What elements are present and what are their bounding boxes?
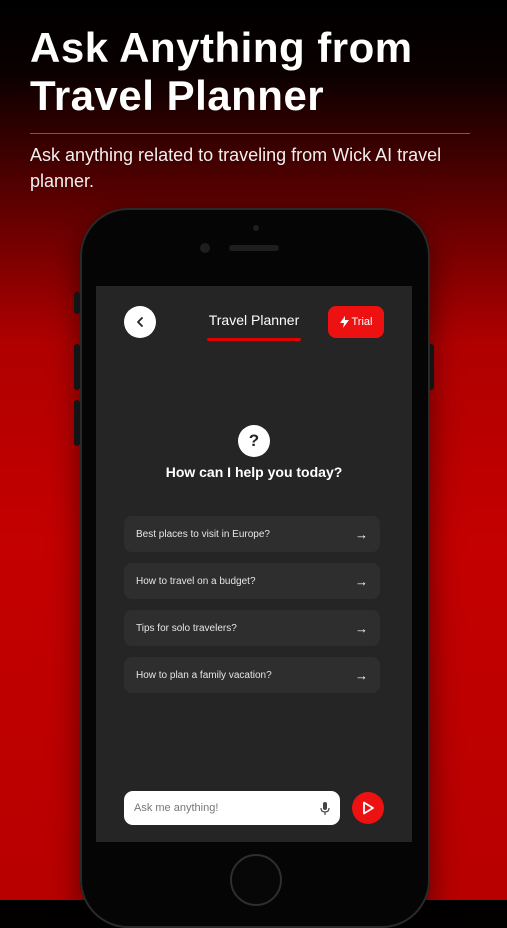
arrow-right-icon: → [355,573,368,589]
help-heading: How can I help you today? [165,464,343,480]
suggestion-label: Tips for solo travelers? [136,622,237,634]
send-button[interactable] [352,792,384,824]
arrow-right-icon: → [355,667,368,683]
screen-title: Travel Planner [208,312,300,328]
message-input[interactable]: Ask me anything! [124,791,340,825]
suggestion-label: How to plan a family vacation? [136,669,272,681]
chevron-left-icon [137,317,143,327]
suggestion-item[interactable]: Best places to visit in Europe? → [124,516,380,552]
suggestion-item[interactable]: Tips for solo travelers? → [124,610,380,646]
phone-sensor [253,225,259,231]
suggestion-label: Best places to visit in Europe? [136,528,270,540]
suggestion-item[interactable]: How to travel on a budget? → [124,563,380,599]
suggestion-label: How to travel on a budget? [136,575,256,587]
app-screen: Travel Planner Trial ? How can I help yo… [96,286,412,842]
microphone-icon[interactable] [320,801,330,815]
phone-speaker [229,245,279,251]
arrow-right-icon: → [355,620,368,636]
message-input-placeholder: Ask me anything! [134,802,219,814]
bolt-icon [339,316,349,328]
help-icon: ? [238,425,270,457]
phone-home-button [230,854,282,906]
arrow-right-icon: → [355,526,368,542]
promo-subtitle: Ask anything related to traveling from W… [30,145,442,191]
trial-label: Trial [351,316,373,328]
suggestion-item[interactable]: How to plan a family vacation? → [124,657,380,693]
send-icon [363,801,374,815]
title-underline [207,338,301,341]
promo-headline: Ask Anything from Travel Planner [30,24,413,119]
suggestion-list: Best places to visit in Europe? → How to… [124,516,380,704]
phone-camera [200,243,210,253]
trial-button[interactable]: Trial [328,306,384,338]
promo-divider [30,133,470,134]
back-button[interactable] [124,306,156,338]
